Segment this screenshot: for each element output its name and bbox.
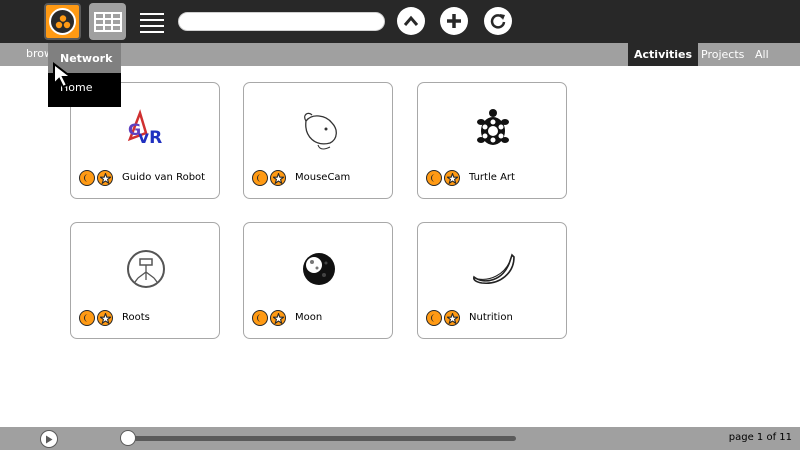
top-toolbar (0, 0, 800, 43)
refresh-icon (490, 14, 506, 29)
page-slider-thumb[interactable] (120, 430, 136, 446)
banana-icon (468, 245, 518, 293)
page-slider-track[interactable] (126, 436, 516, 441)
neighborhood-icon (49, 8, 76, 35)
chevron-up-icon (403, 15, 419, 26)
svg-text:vR: vR (138, 128, 162, 148)
star-badge-icon (97, 170, 113, 186)
star-badge-icon (444, 310, 460, 326)
activity-name: Nutrition (469, 312, 513, 323)
activity-card-mousecam[interactable]: MouseCam (243, 82, 393, 199)
moon-icon (294, 245, 344, 293)
app-window: brow ies Activities Projects All Network… (0, 0, 800, 450)
activity-card-moon[interactable]: Moon (243, 222, 393, 339)
list-view-button[interactable] (133, 3, 170, 40)
moon-badge-icon (426, 170, 442, 186)
card-badges (426, 170, 460, 186)
mouse-cursor-icon (53, 62, 74, 88)
card-badges (79, 310, 113, 326)
tab-projects[interactable]: Projects (695, 43, 750, 66)
plus-icon (447, 14, 461, 28)
mouse-icon (294, 105, 344, 153)
card-badges (79, 170, 113, 186)
activity-name: MouseCam (295, 172, 351, 183)
play-button[interactable] (40, 430, 58, 448)
tab-all[interactable]: All (749, 43, 775, 66)
activity-card-roots[interactable]: Roots (70, 222, 220, 339)
svg-text:G: G (128, 120, 141, 139)
activity-name: Moon (295, 312, 323, 323)
moon-badge-icon (79, 310, 95, 326)
moon-badge-icon (79, 170, 95, 186)
page-indicator: page 1 of 11 (728, 432, 792, 443)
star-badge-icon (444, 170, 460, 186)
activity-name: Turtle Art (469, 172, 515, 183)
roots-icon (121, 245, 171, 293)
play-icon (46, 435, 53, 443)
activity-card-turtle-art[interactable]: Turtle Art (417, 82, 567, 199)
moon-badge-icon (252, 170, 268, 186)
card-badges (426, 310, 460, 326)
favorites-up-button[interactable] (397, 7, 425, 35)
activity-name: Roots (122, 312, 150, 323)
activity-card-nutrition[interactable]: Nutrition (417, 222, 567, 339)
card-badges (252, 310, 286, 326)
search-input[interactable] (178, 12, 385, 31)
activity-name: Guido van Robot (122, 172, 206, 183)
moon-badge-icon (426, 310, 442, 326)
bottom-bar: page 1 of 11 (0, 427, 800, 450)
star-badge-icon (270, 170, 286, 186)
list-view-icon (139, 12, 164, 33)
card-badges (252, 170, 286, 186)
refresh-button[interactable] (484, 7, 512, 35)
moon-badge-icon (252, 310, 268, 326)
star-badge-icon (270, 310, 286, 326)
tab-activities[interactable]: Activities (628, 43, 699, 66)
star-badge-icon (97, 310, 113, 326)
grid-view-button[interactable] (89, 3, 126, 40)
add-button[interactable] (440, 7, 468, 35)
network-button[interactable] (44, 3, 81, 40)
turtle-icon (468, 105, 518, 153)
gvr-icon: vR G (121, 105, 171, 153)
grid-view-icon (93, 11, 122, 32)
